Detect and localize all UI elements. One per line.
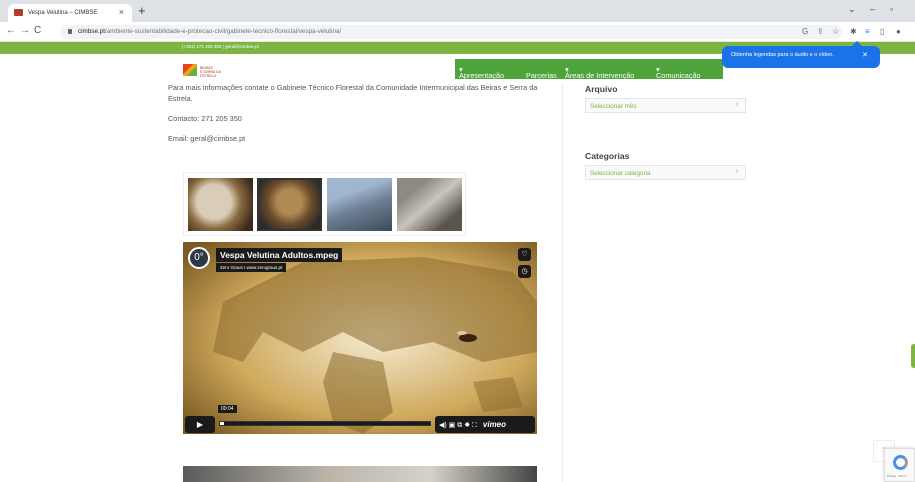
gallery-thumb[interactable] <box>257 178 322 231</box>
star-icon[interactable]: ☆ <box>832 27 839 36</box>
heart-icon[interactable]: ♡ <box>518 248 531 261</box>
video-byline[interactable]: Zero Graus I www.zerograus.pt <box>216 263 287 272</box>
profile-icon[interactable]: ● <box>896 27 901 36</box>
logo-mark-icon <box>183 64 197 76</box>
video-progress-bar[interactable] <box>219 421 431 426</box>
next-media-preview[interactable] <box>183 466 537 482</box>
channel-avatar-icon[interactable]: 0° <box>188 247 210 269</box>
lock-icon <box>68 29 72 34</box>
select-arrows-icon: ⇕ <box>734 169 739 175</box>
close-icon[interactable]: ✕ <box>862 51 868 59</box>
video-player[interactable]: 0° Vespa Velutina Adultos.mpeg Zero Grau… <box>183 242 537 434</box>
site-favicon-icon <box>14 9 23 16</box>
categories-title: Categorias <box>585 151 630 161</box>
share-icon[interactable]: ⇪ <box>817 27 824 36</box>
minimize-icon[interactable]: – <box>870 4 875 14</box>
clock-icon[interactable]: ◷ <box>518 265 531 278</box>
main-navigation: Apresentação ▾ Parcerias Áreas de Interv… <box>455 59 723 80</box>
volume-icon[interactable]: ◀) <box>439 422 447 429</box>
browser-tab[interactable]: Vespa Velutina – CIMBSE × <box>8 4 132 22</box>
vimeo-logo[interactable]: vimeo <box>483 420 506 429</box>
nav-item-areas[interactable]: Áreas de Intervenção ▾ <box>565 65 634 80</box>
fullscreen-icon[interactable]: ⛶ <box>472 422 477 429</box>
video-control-icons: ◀) ▣ ⧉ ✸ ⛶ vimeo <box>435 416 535 433</box>
nav-item-apresentacao[interactable]: Apresentação ▾ <box>459 65 504 80</box>
sidepanel-icon[interactable]: ▯ <box>880 27 884 36</box>
media-icon[interactable]: ≡ <box>865 27 870 36</box>
tab-title: Vespa Velutina – CIMBSE <box>28 10 98 16</box>
logo-text: BEIRAS E SERRA DA ESTRELA <box>200 66 221 78</box>
pip-icon[interactable]: ⧉ <box>457 422 462 429</box>
gallery-thumb[interactable] <box>397 178 462 231</box>
contact-email: Email: geral@cimbse.pt <box>168 134 246 143</box>
info-paragraph: Para mais informações contate o Gabinete… <box>168 83 538 103</box>
categories-select-value: Seleccionar categoria <box>590 170 651 177</box>
tooltip-arrow <box>852 41 862 46</box>
video-timecode: 00:04 <box>218 405 237 413</box>
tooltip-text: Obtenha legendas para o áudio e o vídeo. <box>731 52 834 58</box>
recaptcha-icon <box>893 455 908 470</box>
url-path: /ambiente-sustentabilidade-e-protecao-ci… <box>104 28 342 35</box>
extensions-icon[interactable]: ✱ <box>850 27 857 36</box>
archive-select[interactable]: Seleccionar mês ⇕ <box>585 98 746 113</box>
video-controls: ▶ 00:04 ◀) ▣ ⧉ ✸ ⛶ vimeo <box>183 405 537 434</box>
address-bar[interactable]: cimbse.pt/ambiente-sustentabilidade-e-pr… <box>60 25 842 39</box>
video-progress-fill <box>220 422 225 425</box>
gallery-thumb[interactable] <box>188 178 253 231</box>
recaptcha-text: Privacy - Terms <box>887 474 907 478</box>
browser-toolbar: ← → C cimbse.pt/ambiente-sustentabilidad… <box>0 22 915 42</box>
settings-icon[interactable]: ✸ <box>464 422 470 429</box>
video-title[interactable]: Vespa Velutina Adultos.mpeg <box>216 248 343 262</box>
google-icon[interactable]: G <box>802 27 808 36</box>
site-logo[interactable]: BEIRAS E SERRA DA ESTRELA <box>183 64 231 78</box>
archive-title: Arquivo <box>585 84 618 94</box>
chevron-down-icon[interactable]: ⌄ <box>848 4 856 15</box>
restore-icon[interactable]: ▫ <box>890 4 893 14</box>
forward-icon[interactable]: → <box>20 25 30 36</box>
nav-item-comunicacao[interactable]: Comunicação ▾ <box>656 65 701 80</box>
captions-tooltip[interactable]: Obtenha legendas para o áudio e o vídeo.… <box>722 41 880 68</box>
archive-select-value: Seleccionar mês <box>590 103 637 110</box>
sidebar-divider <box>562 84 563 482</box>
reload-icon[interactable]: C <box>34 25 41 36</box>
play-button[interactable]: ▶ <box>185 416 215 433</box>
gallery-thumb[interactable] <box>327 178 392 231</box>
side-tab[interactable] <box>911 344 915 368</box>
contact-strip-text: (+351) 271 205 350 | geral@cimbse.pt <box>182 44 259 49</box>
close-icon[interactable]: × <box>119 7 124 17</box>
categories-select[interactable]: Seleccionar categoria ⇕ <box>585 165 746 180</box>
url-host: cimbse.pt <box>78 28 105 35</box>
select-arrows-icon: ⇕ <box>734 102 739 108</box>
new-tab-icon[interactable]: + <box>138 3 146 18</box>
image-gallery <box>183 172 466 236</box>
back-icon[interactable]: ← <box>6 25 16 36</box>
tab-strip: Vespa Velutina – CIMBSE × + ⌄ – ▫ <box>0 0 915 22</box>
recaptcha-badge[interactable]: Privacy - Terms <box>884 448 915 482</box>
contact-phone: Contacto: 271 205 350 <box>168 114 242 123</box>
captions-icon[interactable]: ▣ <box>449 422 456 429</box>
